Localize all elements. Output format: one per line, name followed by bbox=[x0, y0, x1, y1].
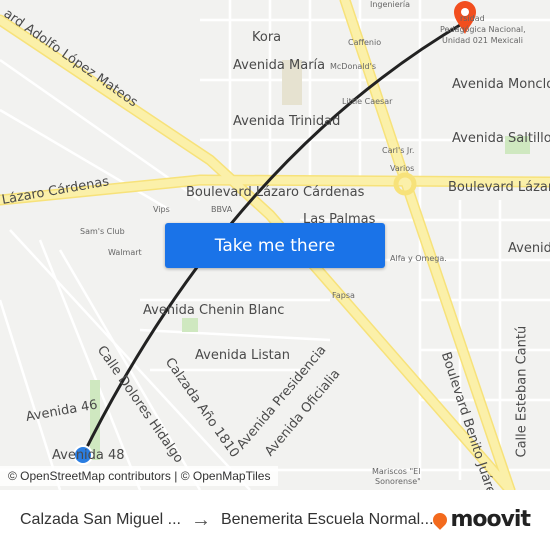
moovit-logo: moovit bbox=[430, 507, 531, 532]
street-label: Boulevard Lázaro bbox=[448, 180, 550, 195]
poi-label: Walmart bbox=[108, 248, 142, 257]
poi-label: Unidad 021 Mexicali bbox=[442, 36, 523, 45]
map-attribution[interactable]: © OpenStreetMap contributors | © OpenMap… bbox=[0, 466, 279, 486]
poi-label: Alfa y Omega. bbox=[390, 254, 447, 263]
destination-name: Benemerita Escuela Normal... bbox=[220, 511, 434, 528]
street-label: Kora bbox=[252, 30, 282, 45]
origin-name: Calzada San Miguel ... bbox=[20, 511, 181, 528]
poi-label: BBVA bbox=[211, 205, 233, 214]
moovit-pin-icon bbox=[430, 509, 451, 530]
street-label: Avenida Listan bbox=[195, 348, 290, 363]
poi-label: rsidad bbox=[460, 14, 485, 23]
poi-label: McDonald's bbox=[330, 62, 376, 71]
poi-label: Varios bbox=[390, 164, 415, 173]
poi-label: Pedagógica Nacional, bbox=[440, 25, 526, 34]
poi-label: Caffenio bbox=[348, 38, 382, 47]
street-label: Calle Esteban Cantú bbox=[514, 325, 530, 458]
street-label: Avenida Saltillo bbox=[452, 131, 550, 146]
poi-label: Fapsa bbox=[332, 291, 355, 300]
poi-label: Sonorense" bbox=[375, 477, 421, 486]
poi-label: Sam's Club bbox=[80, 227, 125, 236]
poi-label: Little Caesar bbox=[342, 97, 393, 106]
street-label: Avenida 48 bbox=[52, 448, 125, 463]
poi-label: Carl's Jr. bbox=[382, 146, 415, 155]
take-me-there-button[interactable]: Take me there bbox=[165, 223, 385, 268]
street-label: Avenida bbox=[508, 241, 550, 256]
brand-name: moovit bbox=[450, 507, 531, 532]
poi-label: Ingeniería bbox=[370, 0, 411, 9]
poi-label: Vips bbox=[153, 205, 170, 214]
street-label: Boulevard Lázaro Cárdenas bbox=[186, 185, 365, 200]
street-label: Avenida Chenin Blanc bbox=[143, 303, 285, 318]
map[interactable]: Kora Avenida María Avenida Trinidad Avenida… bbox=[0, 0, 550, 490]
street-label: Avenida María bbox=[233, 58, 326, 73]
arrow-right-icon: → bbox=[190, 508, 211, 531]
poi-label: Mariscos "El bbox=[372, 467, 421, 476]
street-label: Avenida Monclova bbox=[452, 77, 550, 92]
street-label: Avenida Trinidad bbox=[233, 114, 341, 129]
